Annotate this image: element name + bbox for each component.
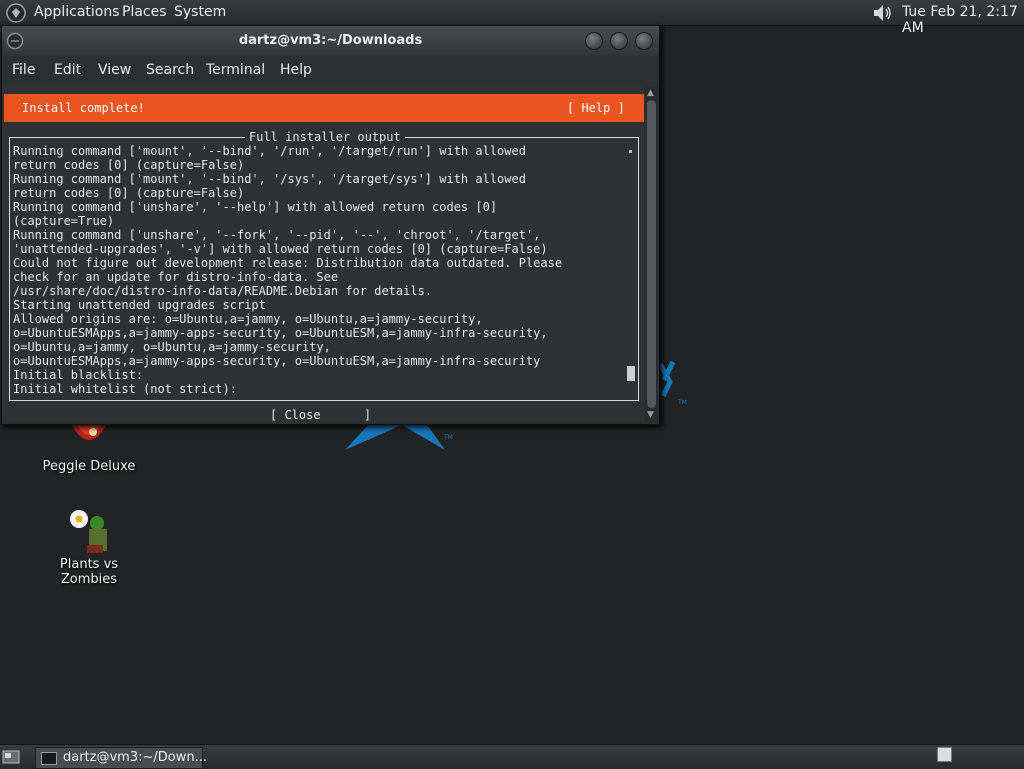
installer-output-frame: Full installer output Running command ['… bbox=[9, 130, 639, 401]
minimize-button[interactable] bbox=[585, 32, 603, 50]
gnome-foot-icon[interactable] bbox=[6, 3, 26, 23]
maximize-button[interactable] bbox=[610, 32, 628, 50]
menu-edit[interactable]: Edit bbox=[54, 62, 81, 78]
output-line: Initial whitelist (not strict): bbox=[13, 382, 237, 396]
svg-text:TM: TM bbox=[677, 399, 687, 406]
window-title: dartz@vm3:~/Downloads bbox=[238, 33, 423, 48]
output-line: Running command ['unshare', '--help'] wi… bbox=[13, 200, 498, 214]
output-scrollbar-thumb[interactable] bbox=[627, 366, 635, 381]
taskbar-label: dartz@vm3:~/Down... bbox=[63, 750, 207, 765]
desktop-icon-label: Peggle Deluxe bbox=[42, 459, 136, 474]
places-menu[interactable]: Places bbox=[122, 4, 167, 20]
output-line: /usr/share/doc/distro-info-data/README.D… bbox=[13, 284, 433, 298]
terminal-scrollbar[interactable]: ▲ ▼ bbox=[645, 86, 658, 423]
output-line: o=UbuntuESMApps,a=jammy-apps-security, o… bbox=[13, 354, 541, 368]
status-text: Install complete! bbox=[22, 101, 145, 115]
workspace-switcher[interactable] bbox=[937, 747, 952, 762]
applications-menu[interactable]: Applications bbox=[34, 4, 120, 20]
output-line: Could not figure out development release… bbox=[13, 256, 563, 270]
close-button[interactable]: [ Close ] bbox=[270, 408, 371, 422]
clock[interactable]: Tue Feb 21, 2:17 AM bbox=[902, 4, 1024, 36]
help-button[interactable]: [ Help ] bbox=[567, 101, 625, 115]
volume-icon[interactable] bbox=[870, 2, 894, 24]
menu-help[interactable]: Help bbox=[280, 62, 312, 78]
desktop-icon-peggle[interactable]: Peggle Deluxe bbox=[30, 418, 148, 474]
window-titlebar[interactable]: dartz@vm3:~/Downloads bbox=[2, 26, 659, 56]
output-line: return codes [0] (capture=False) bbox=[13, 186, 245, 200]
frame-title: Full installer output bbox=[245, 130, 405, 144]
terminal-icon bbox=[41, 752, 57, 765]
terminal-area[interactable]: Install complete! [ Help ] Full installe… bbox=[2, 86, 644, 423]
bottom-panel: dartz@vm3:~/Down... bbox=[0, 744, 1024, 769]
output-line: o=UbuntuESMApps,a=jammy-apps-security, o… bbox=[13, 326, 548, 340]
menu-terminal[interactable]: Terminal bbox=[206, 62, 265, 78]
output-line: Allowed origins are: o=Ubuntu,a=jammy, o… bbox=[13, 312, 483, 326]
menu-view[interactable]: View bbox=[98, 62, 131, 78]
output-line: (capture=True) bbox=[13, 214, 115, 228]
desktop-icon-label: Plants vs Zombies bbox=[59, 557, 119, 587]
top-panel: Applications Places System Tue Feb 21, 2… bbox=[0, 0, 1024, 36]
plants-vs-zombies-icon bbox=[70, 510, 107, 553]
output-line: 'unattended-upgrades', '-v'] with allowe… bbox=[13, 242, 548, 256]
output-line: return codes [0] (capture=False) bbox=[13, 158, 245, 172]
output-line: o=Ubuntu,a=jammy, o=Ubuntu,a=jammy-secur… bbox=[13, 340, 331, 354]
output-scroll-up-indicator[interactable] bbox=[629, 150, 632, 153]
terminal-window: dartz@vm3:~/Downloads File Edit View Sea… bbox=[1, 25, 660, 425]
system-menu[interactable]: System bbox=[174, 4, 226, 20]
scroll-down-icon[interactable]: ▼ bbox=[647, 410, 654, 420]
menu-file[interactable]: File bbox=[12, 62, 35, 78]
output-line: Running command ['mount', '--bind', '/sy… bbox=[13, 172, 526, 186]
output-line: check for an update for distro-info-data… bbox=[13, 270, 339, 284]
menu-search[interactable]: Search bbox=[146, 62, 194, 78]
output-line: Running command ['mount', '--bind', '/ru… bbox=[13, 144, 526, 158]
show-desktop-icon[interactable] bbox=[2, 748, 20, 765]
output-line: Starting unattended upgrades script bbox=[13, 298, 266, 312]
output-line: Initial blacklist: bbox=[13, 368, 144, 382]
svg-text:TM: TM bbox=[443, 434, 453, 441]
output-lines: Running command ['mount', '--bind', '/ru… bbox=[13, 144, 623, 396]
terminal-scrollbar-thumb[interactable] bbox=[647, 100, 656, 408]
output-line: Running command ['unshare', '--fork', '-… bbox=[13, 228, 541, 242]
scroll-up-icon[interactable]: ▲ bbox=[647, 88, 654, 98]
close-window-button[interactable] bbox=[635, 32, 653, 50]
desktop-icon-plants-vs-zombies[interactable]: Plants vs Zombies bbox=[30, 505, 148, 587]
menu-bar: File Edit View Search Terminal Help bbox=[2, 56, 659, 86]
taskbar-terminal-button[interactable]: dartz@vm3:~/Down... bbox=[35, 747, 207, 769]
status-bar: Install complete! [ Help ] bbox=[4, 94, 644, 122]
